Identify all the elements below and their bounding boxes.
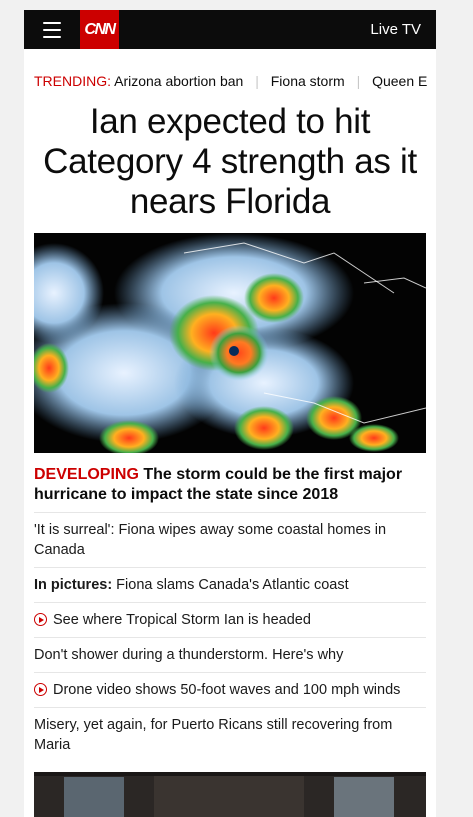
story-text: Fiona slams Canada's Atlantic coast <box>112 577 349 593</box>
trending-item-fiona[interactable]: Fiona storm <box>271 73 345 89</box>
story-item[interactable]: Drone video shows 50-foot waves and 100 … <box>34 672 426 707</box>
trending-separator: | <box>255 73 259 89</box>
developing-label: DEVELOPING <box>34 466 139 483</box>
main-headline[interactable]: Ian expected to hit Category 4 strength … <box>34 102 426 222</box>
page: CNN Live TV TRENDING: Arizona abortion b… <box>24 10 436 817</box>
hero-satellite-image[interactable] <box>34 233 426 453</box>
story-item[interactable]: 'It is surreal': Fiona wipes away some c… <box>34 512 426 567</box>
story-item[interactable]: Don't shower during a thunderstorm. Here… <box>34 637 426 672</box>
house-interior-graphic <box>34 772 426 817</box>
play-video-icon <box>34 683 47 696</box>
story-text: Misery, yet again, for Puerto Ricans sti… <box>34 717 393 753</box>
hamburger-menu-icon[interactable] <box>43 21 61 38</box>
cnn-logo[interactable]: CNN <box>80 10 119 49</box>
trending-bar: TRENDING: Arizona abortion ban | Fiona s… <box>34 72 429 90</box>
story-item[interactable]: Misery, yet again, for Puerto Ricans sti… <box>34 707 426 762</box>
story-text: See where Tropical Storm Ian is headed <box>53 612 311 628</box>
story-text: 'It is surreal': Fiona wipes away some c… <box>34 522 387 558</box>
live-tv-link[interactable]: Live TV <box>370 21 421 38</box>
story-prefix: In pictures: <box>34 577 113 593</box>
lead-story[interactable]: DEVELOPING The storm could be the first … <box>34 465 426 505</box>
next-story-image[interactable] <box>34 772 426 817</box>
play-video-icon <box>34 613 47 626</box>
trending-item-arizona[interactable]: Arizona abortion ban <box>114 73 243 89</box>
top-nav-bar: CNN Live TV <box>24 10 436 49</box>
trending-item-queen[interactable]: Queen E <box>372 73 427 89</box>
trending-separator: | <box>356 73 361 89</box>
story-text: Drone video shows 50-foot waves and 100 … <box>53 682 401 698</box>
story-text: Don't shower during a thunderstorm. Here… <box>34 647 344 663</box>
story-item[interactable]: See where Tropical Storm Ian is headed <box>34 602 426 637</box>
story-list: 'It is surreal': Fiona wipes away some c… <box>34 512 426 762</box>
story-item[interactable]: In pictures: Fiona slams Canada's Atlant… <box>34 567 426 602</box>
trending-label: TRENDING: <box>34 73 111 89</box>
satellite-storm-graphic <box>34 233 426 453</box>
cnn-logo-text: CNN <box>84 20 116 38</box>
